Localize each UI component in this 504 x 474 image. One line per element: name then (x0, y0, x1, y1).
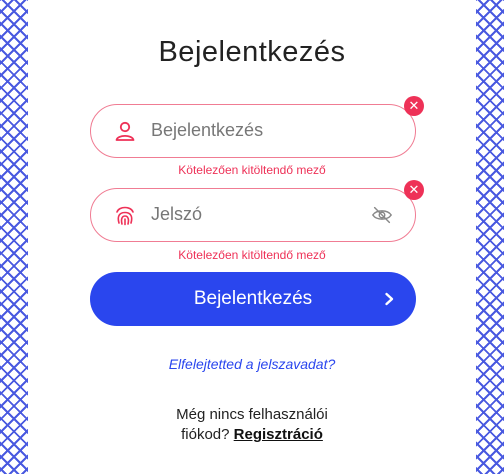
login-button-label: Bejelentkezés (193, 288, 313, 309)
password-clear-button[interactable]: ✕ (404, 180, 424, 200)
page-title: Bejelentkezés (158, 36, 346, 68)
password-field[interactable]: Jelszó ✕ (90, 180, 424, 242)
username-clear-button[interactable]: ✕ (404, 96, 424, 116)
signup-prompt: Még nincs felhasználói fiókod? Regisztrá… (0, 405, 504, 445)
login-button[interactable]: Bejelentkezés (90, 272, 416, 326)
fingerprint-icon (116, 206, 134, 226)
decorative-border-left (0, 0, 28, 474)
chevron-right-icon (385, 292, 394, 306)
signup-text-line1: Még nincs felhasználói (176, 406, 328, 423)
user-icon (115, 121, 135, 141)
forgot-password-link[interactable]: Elfelejtetted a jelszavadat? (0, 356, 504, 372)
password-input[interactable]: Jelszó (151, 189, 202, 240)
username-error: Kötelezően kitöltendő mező (178, 163, 326, 177)
username-field[interactable]: Bejelentkezés ✕ (90, 96, 424, 158)
eye-slash-icon[interactable] (371, 204, 393, 226)
username-input[interactable]: Bejelentkezés (151, 105, 263, 156)
decorative-border-right (476, 0, 504, 474)
password-error: Kötelezően kitöltendő mező (178, 248, 326, 262)
register-link[interactable]: Regisztráció (234, 426, 323, 443)
signup-text-line2: fiókod? (181, 426, 230, 443)
